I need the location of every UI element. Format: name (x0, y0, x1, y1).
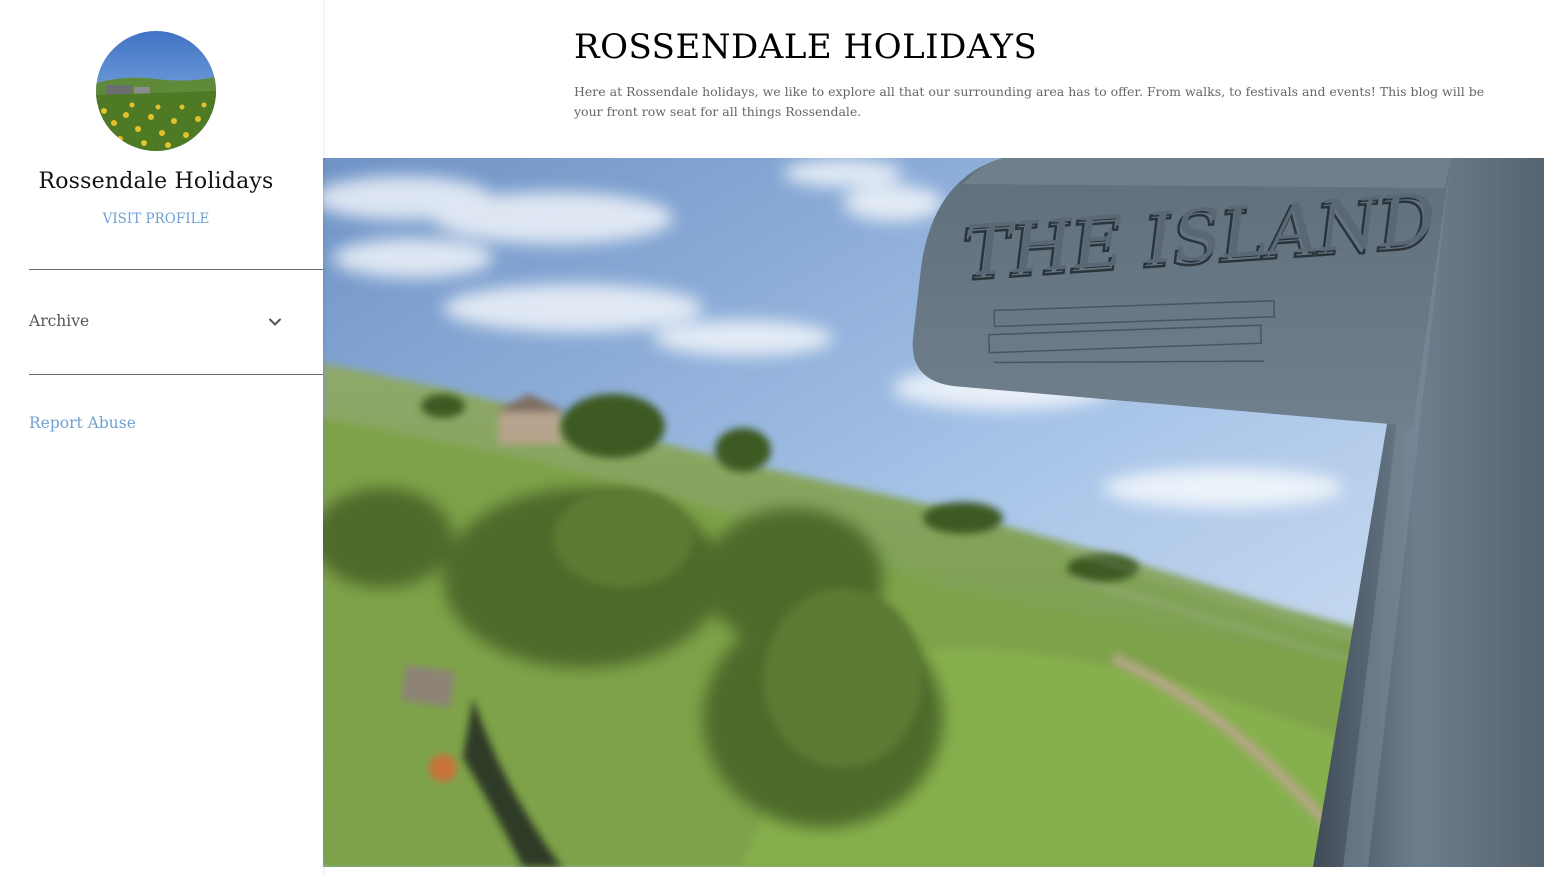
profile-name: Rossendale Holidays (38, 169, 274, 194)
report-abuse-link[interactable]: Report Abuse (29, 414, 136, 432)
hero-image: THE ISLAND THE ISLAND (323, 158, 1544, 867)
profile-avatar[interactable] (96, 31, 216, 151)
sidebar-divider-top (29, 269, 323, 270)
avatar-image (96, 31, 216, 151)
archive-label: Archive (29, 312, 90, 330)
chevron-down-icon (269, 318, 281, 326)
sidebar: Rossendale Holidays VISIT PROFILE Archiv… (0, 0, 323, 876)
blog-header: ROSSENDALE HOLIDAYS Here at Rossendale h… (323, 0, 1552, 158)
blog-description: Here at Rossendale holidays, we like to … (574, 84, 1485, 119)
blog-title[interactable]: ROSSENDALE HOLIDAYS (574, 27, 1037, 67)
sidebar-divider-bottom (29, 374, 323, 375)
hero-photo: THE ISLAND THE ISLAND (323, 158, 1544, 867)
archive-toggle[interactable]: Archive (29, 303, 283, 341)
visit-profile-link[interactable]: VISIT PROFILE (0, 211, 312, 227)
